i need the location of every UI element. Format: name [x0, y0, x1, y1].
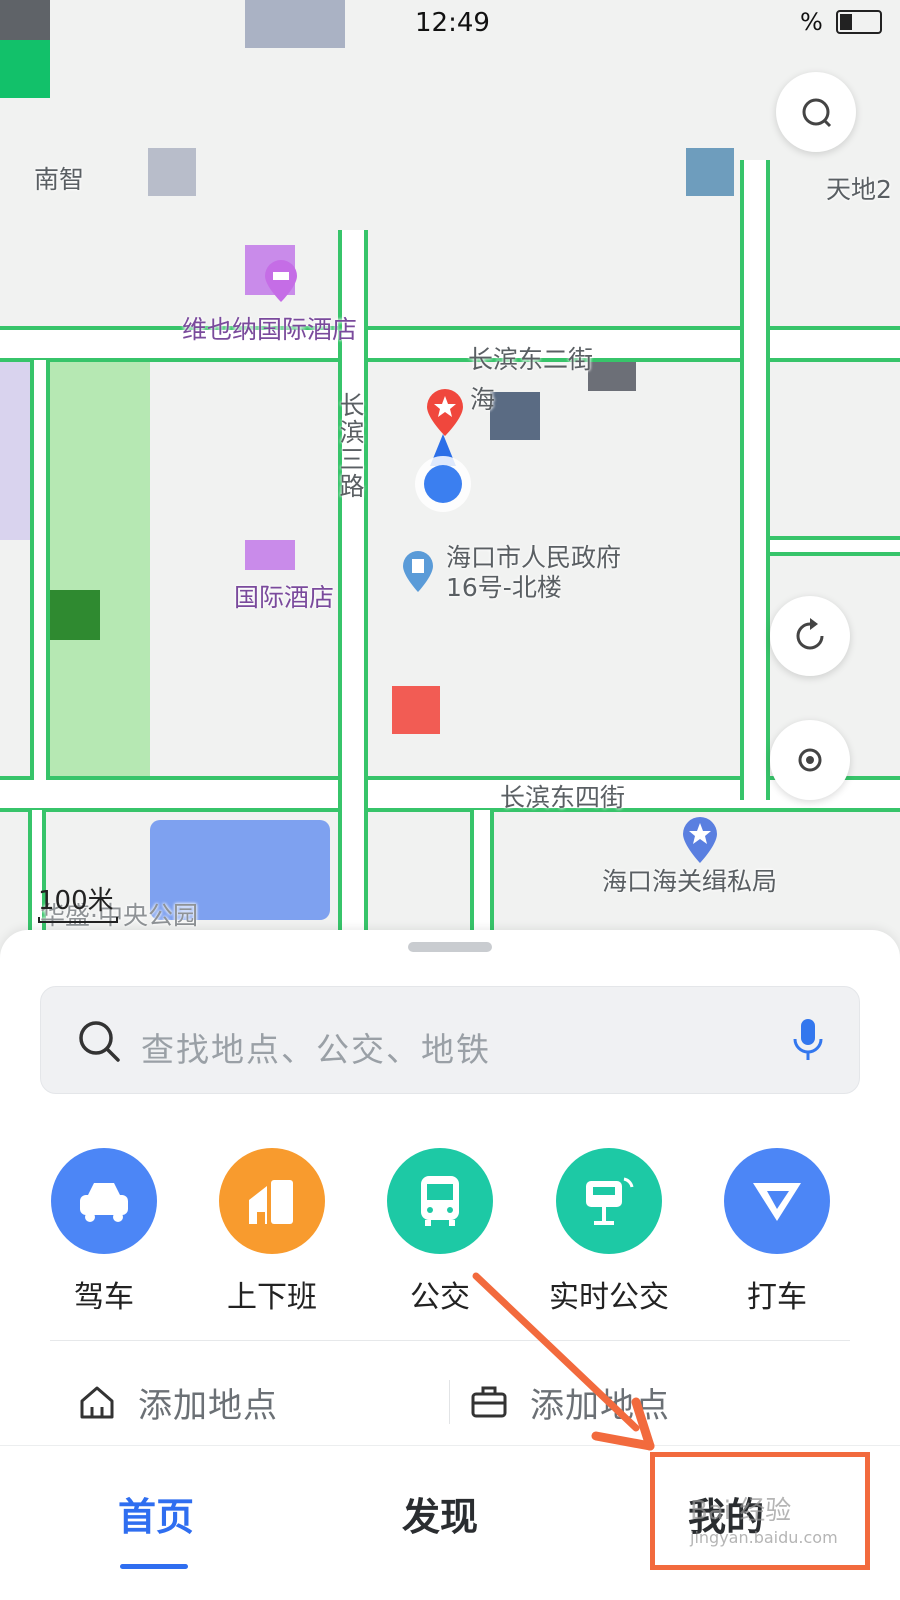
map-area: [245, 0, 345, 48]
shortcut-label: 打车: [747, 1280, 807, 1315]
road: [770, 536, 900, 556]
map-label-hotel: 维也纳国际酒店: [182, 315, 358, 344]
layers-button[interactable]: [776, 72, 856, 152]
refresh-button[interactable]: [770, 596, 850, 676]
briefcase-icon: [471, 1386, 507, 1418]
battery-percent: %: [800, 8, 823, 36]
bus-icon: [387, 1148, 493, 1254]
map-area: [686, 148, 734, 196]
map-label: 天地2: [826, 175, 892, 204]
destination-pin-icon[interactable]: [424, 388, 466, 438]
watermark-text: Bai 经验: [690, 1496, 792, 1526]
map-label-hotel: 国际酒店: [234, 583, 335, 612]
map-area: [148, 148, 196, 196]
home-icon: [80, 1386, 114, 1419]
favorite-label: 添加地点: [530, 1385, 670, 1426]
add-home-place[interactable]: 添加地点: [78, 1362, 278, 1442]
shortcut-label: 驾车: [74, 1280, 134, 1315]
map-label: 南智: [34, 165, 85, 194]
map-area: [50, 590, 100, 640]
scale-label: 100米: [38, 886, 114, 916]
search-placeholder: 查找地点、公交、地铁: [141, 1030, 491, 1069]
my-location-icon: [415, 434, 471, 512]
tab-active-indicator: [120, 1564, 188, 1569]
hotel-pin-icon[interactable]: [262, 260, 300, 304]
map-label-poi: 海口市人民政府16号-北楼: [446, 543, 622, 602]
map-view[interactable]: 南智 天地2 维也纳国际酒店 国际酒店 长滨东二街 长滨三路 长滨东四街 海口市…: [0, 0, 900, 960]
map-area: [392, 686, 440, 734]
microphone-icon[interactable]: [791, 1017, 825, 1063]
status-time: 12:49: [415, 8, 490, 38]
locate-icon: [798, 748, 822, 772]
poi-pin-icon[interactable]: [400, 550, 436, 594]
map-label-poi: 海口海关缉私局: [602, 867, 778, 896]
map-area: [0, 40, 50, 98]
road: [30, 360, 50, 780]
search-icon: [79, 1021, 120, 1062]
shortcut-commute[interactable]: 上下班: [197, 1148, 347, 1316]
car-icon: [51, 1148, 157, 1254]
road: [740, 160, 770, 800]
shortcut-label: 实时公交: [549, 1280, 669, 1315]
map-road-label: 长滨东四街: [500, 783, 626, 812]
shortcut-label: 上下班: [227, 1280, 317, 1315]
shortcut-realtime-bus[interactable]: 实时公交: [534, 1148, 684, 1316]
battery-icon: [836, 10, 882, 34]
divider: [449, 1380, 450, 1424]
map-road-label: 长滨三路: [336, 392, 365, 500]
watermark-url: jingyan.baidu.com: [690, 1528, 838, 1547]
sheet-grabber[interactable]: [408, 942, 492, 952]
tab-discover[interactable]: 发现: [402, 1486, 478, 1541]
favorite-label: 添加地点: [138, 1385, 278, 1426]
map-park-area: [50, 340, 150, 780]
refresh-icon: [796, 618, 824, 650]
taxi-icon: [724, 1148, 830, 1254]
map-road-label: 长滨东二街: [468, 345, 594, 374]
map-area: [0, 0, 50, 40]
add-work-place[interactable]: 添加地点: [470, 1362, 670, 1442]
layers-icon: [802, 98, 832, 128]
map-label: 海: [470, 385, 496, 414]
divider: [50, 1340, 850, 1341]
shortcut-label: 公交: [410, 1280, 470, 1315]
shortcut-bus[interactable]: 公交: [365, 1148, 515, 1316]
map-area: [490, 392, 540, 440]
shortcut-drive[interactable]: 驾车: [29, 1148, 179, 1316]
realtime-bus-icon: [556, 1148, 662, 1254]
map-scale: 100米: [38, 880, 118, 923]
star-pin-icon[interactable]: [680, 815, 720, 865]
map-area: [245, 540, 295, 570]
tab-home[interactable]: 首页: [118, 1486, 194, 1541]
scale-bar: [38, 917, 118, 923]
search-bar[interactable]: 查找地点、公交、地铁: [40, 986, 860, 1094]
shortcut-taxi[interactable]: 打车: [702, 1148, 852, 1316]
commute-icon: [219, 1148, 325, 1254]
locate-button[interactable]: [770, 720, 850, 800]
